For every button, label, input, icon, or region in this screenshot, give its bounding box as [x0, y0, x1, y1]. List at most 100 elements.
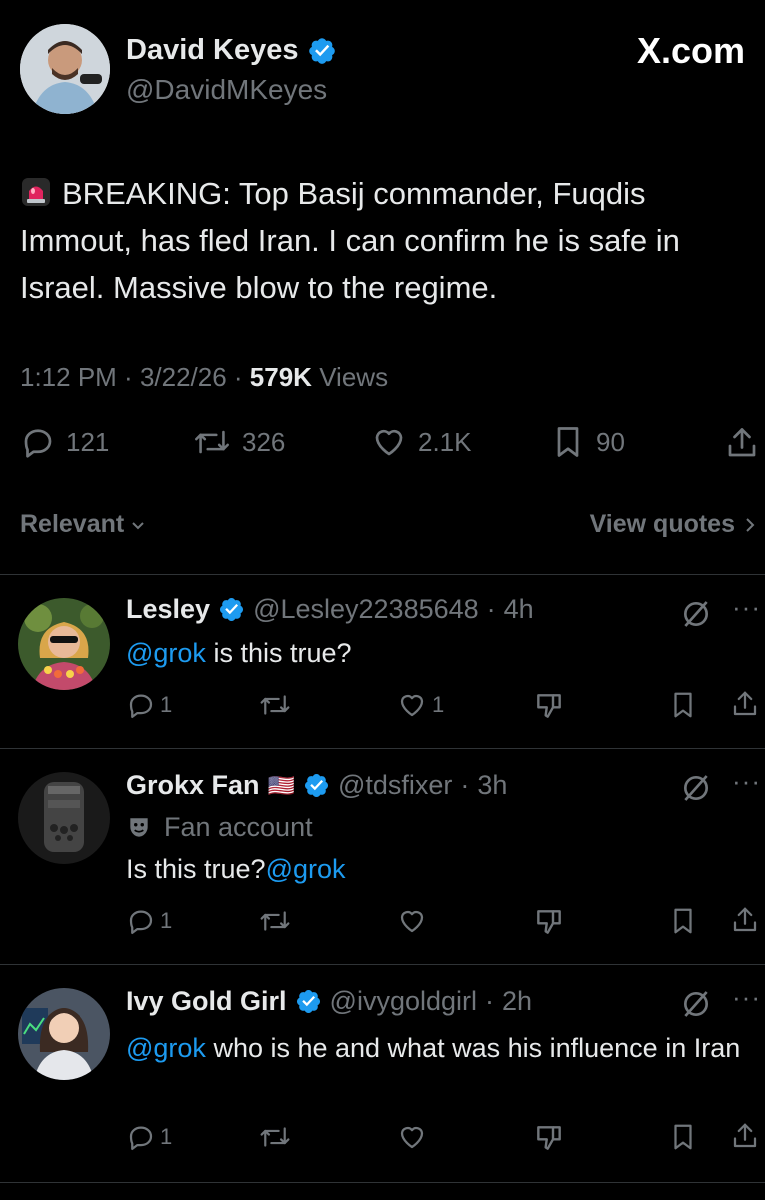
reply-button[interactable]: 121 — [20, 424, 109, 460]
repost-icon — [258, 906, 292, 936]
fan-account-label: Fan account — [126, 812, 313, 843]
repost-button[interactable] — [258, 1122, 292, 1152]
like-count: 1 — [432, 692, 445, 717]
like-button[interactable]: 1 — [396, 690, 444, 720]
reply-avatar[interactable] — [18, 772, 110, 864]
repost-button[interactable] — [258, 690, 292, 720]
divider — [0, 964, 765, 965]
grok-icon[interactable] — [680, 772, 712, 804]
repost-icon — [258, 1122, 292, 1152]
tweet-meta: 1:12 PM · 3/22/26 · 579K Views — [20, 362, 389, 392]
reply-time[interactable]: 2h — [502, 986, 532, 1017]
reply-body: is this true? — [205, 638, 352, 668]
divider — [0, 574, 765, 575]
like-button[interactable]: 2.1K — [370, 424, 472, 460]
more-options-icon[interactable]: ··· — [732, 592, 761, 623]
reply-text: @grok who is he and what was his influen… — [126, 1028, 746, 1068]
dislike-icon[interactable] — [532, 906, 566, 938]
reply-count: 121 — [66, 426, 110, 457]
reply-avatar[interactable] — [18, 988, 110, 1080]
sort-label: Relevant — [20, 510, 125, 538]
grok-icon[interactable] — [680, 988, 712, 1020]
reply-button[interactable]: 1 — [126, 906, 172, 936]
reply-header: Lesley @Lesley22385648 · 4h — [126, 594, 534, 625]
more-options-icon[interactable]: ··· — [732, 982, 761, 1013]
fan-account-text: Fan account — [164, 812, 313, 842]
reply-count: 1 — [160, 692, 173, 717]
heart-icon — [396, 906, 428, 936]
reply-header: Grokx Fan 🇺🇸 @tdsfixer · 3h — [126, 770, 508, 801]
reply-author-name[interactable]: Lesley — [126, 594, 210, 625]
reply-icon — [20, 424, 56, 460]
tweet-date[interactable]: 3/22/26 — [140, 362, 227, 392]
reply-body: Is this true? — [126, 854, 266, 884]
view-quotes-label: View quotes — [589, 510, 735, 538]
tweet-time[interactable]: 1:12 PM — [20, 362, 117, 392]
author-avatar[interactable] — [20, 24, 110, 114]
reply-button[interactable]: 1 — [126, 690, 172, 720]
reply-author-name[interactable]: Ivy Gold Girl — [126, 986, 287, 1017]
reply-body: who is he and what was his influence in … — [205, 1033, 741, 1063]
author-name-row: David Keyes — [126, 34, 337, 67]
bookmark-icon[interactable] — [668, 690, 698, 720]
share-icon[interactable] — [730, 1120, 760, 1152]
like-button[interactable] — [396, 906, 428, 936]
verified-badge-icon — [218, 596, 245, 623]
like-button[interactable] — [396, 1122, 428, 1152]
bookmark-button[interactable]: 90 — [550, 424, 625, 460]
author-name[interactable]: David Keyes — [126, 34, 299, 67]
views-label: Views — [319, 362, 389, 392]
divider — [0, 1182, 765, 1183]
mention-link[interactable]: @grok — [266, 854, 346, 884]
reply-time[interactable]: 3h — [477, 770, 507, 801]
view-quotes-link[interactable]: View quotes — [590, 510, 757, 539]
verified-badge-icon — [295, 988, 322, 1015]
bookmark-icon[interactable] — [668, 906, 698, 936]
more-options-icon[interactable]: ··· — [732, 766, 761, 797]
bookmark-icon — [550, 424, 586, 460]
repost-icon — [192, 424, 232, 460]
dislike-icon[interactable] — [532, 690, 566, 722]
reply-button[interactable]: 1 — [126, 1122, 172, 1152]
heart-icon — [396, 1122, 428, 1152]
bookmark-icon[interactable] — [668, 1122, 698, 1152]
reply-avatar[interactable] — [18, 598, 110, 690]
reply-time[interactable]: 4h — [504, 594, 534, 625]
reply-author-name[interactable]: Grokx Fan — [126, 770, 260, 801]
share-icon[interactable] — [730, 688, 760, 720]
views-count[interactable]: 579K — [250, 362, 312, 392]
tweet-body: BREAKING: Top Basij commander, Fuqdis Im… — [20, 170, 760, 311]
repost-count: 326 — [242, 426, 286, 457]
reply-header: Ivy Gold Girl @ivygoldgirl · 2h — [126, 986, 533, 1017]
mention-link[interactable]: @grok — [126, 638, 206, 668]
reply-handle[interactable]: @Lesley22385648 — [253, 594, 479, 625]
x-com-watermark: X.com — [636, 30, 745, 71]
repost-button[interactable]: 326 — [192, 424, 285, 460]
heart-icon — [370, 424, 408, 460]
sort-dropdown[interactable]: Relevant — [20, 510, 146, 539]
chevron-right-icon — [743, 516, 757, 534]
dislike-icon[interactable] — [532, 1122, 566, 1154]
siren-icon — [20, 176, 52, 208]
repost-button[interactable] — [258, 906, 292, 936]
reply-icon — [126, 906, 156, 936]
us-flag-icon: 🇺🇸 — [267, 772, 295, 798]
divider — [0, 748, 765, 749]
tweet-text: BREAKING: Top Basij commander, Fuqdis Im… — [20, 176, 680, 305]
reply-text: @grok is this true? — [126, 638, 352, 669]
heart-icon — [396, 690, 428, 720]
mention-link[interactable]: @grok — [126, 1033, 206, 1063]
share-icon[interactable] — [730, 904, 760, 936]
reply-count: 1 — [160, 908, 173, 933]
author-handle[interactable]: @DavidMKeyes — [126, 74, 327, 106]
reply-icon — [126, 1122, 156, 1152]
theater-mask-icon — [126, 815, 152, 841]
share-icon[interactable] — [724, 424, 760, 462]
reply-text: Is this true?@grok — [126, 854, 346, 885]
bookmark-count: 90 — [596, 426, 625, 457]
grok-icon[interactable] — [680, 598, 712, 630]
verified-badge-icon — [307, 36, 337, 66]
chevron-down-icon — [130, 517, 146, 533]
reply-handle[interactable]: @tdsfixer — [338, 770, 452, 801]
reply-handle[interactable]: @ivygoldgirl — [330, 986, 477, 1017]
